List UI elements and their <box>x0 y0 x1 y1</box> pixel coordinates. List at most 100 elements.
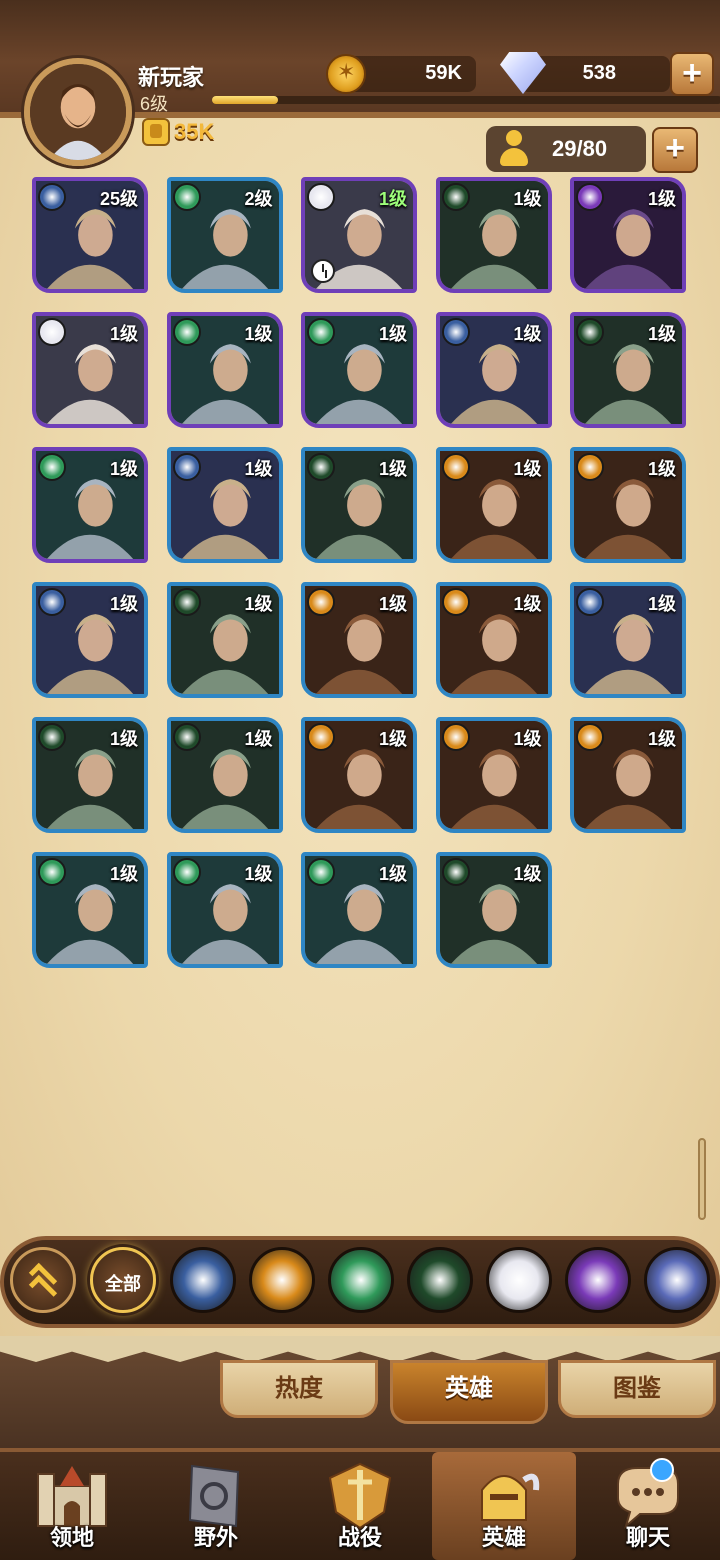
hero-card[interactable]: 1级 <box>435 447 552 563</box>
eye-faction-icon <box>38 723 66 751</box>
flame-faction-icon <box>441 723 470 751</box>
flame-faction-icon[interactable] <box>249 1247 315 1313</box>
filter-all-button[interactable]: 全部 <box>90 1247 156 1313</box>
star-faction-icon <box>172 453 201 481</box>
nav-heroes[interactable]: 英雄 <box>432 1452 576 1560</box>
hero-card[interactable]: 1级 <box>32 582 148 698</box>
sun-faction-icon[interactable] <box>486 1247 552 1313</box>
expand-roster-button[interactable]: + <box>652 127 698 173</box>
hero-level: 1级 <box>378 864 407 884</box>
notification-badge <box>650 1458 674 1482</box>
hero-card[interactable]: 1级 <box>166 717 283 833</box>
filter-all-label: 全部 <box>105 1274 141 1294</box>
star-faction-icon[interactable] <box>170 1247 236 1313</box>
exp-bar <box>212 96 720 104</box>
void-faction-icon[interactable] <box>565 1247 631 1313</box>
leaf-faction-icon <box>172 318 201 346</box>
gold-coin-icon <box>326 54 366 94</box>
player-level: 6级 <box>140 94 169 114</box>
gold-value: 59K <box>425 62 462 84</box>
hero-card[interactable]: 1级 <box>32 852 148 968</box>
hero-level: 1级 <box>244 729 273 749</box>
hero-card[interactable]: 1级 <box>435 852 552 968</box>
roster-count: 29/80 <box>552 136 608 161</box>
hero-level: 1级 <box>244 459 273 479</box>
flame-faction-icon <box>307 723 335 751</box>
hero-level: 1级 <box>109 324 138 344</box>
hero-card[interactable]: 1级 <box>570 447 686 563</box>
hero-card[interactable]: 1级 <box>435 312 552 428</box>
flame-faction-icon <box>576 453 604 481</box>
tab-popularity[interactable]: 热度 <box>220 1360 378 1418</box>
power-display: 35K <box>142 118 214 146</box>
hero-card[interactable]: 2级 <box>166 177 283 293</box>
hero-card[interactable]: 1级 <box>301 177 417 293</box>
leaf-faction-icon <box>172 183 201 211</box>
leaf-faction-icon <box>38 858 66 886</box>
hero-card[interactable]: 1级 <box>570 582 686 698</box>
eye-faction-icon <box>172 588 201 616</box>
flame-faction-icon <box>307 588 335 616</box>
hero-card[interactable]: 1级 <box>301 447 417 563</box>
hero-level: 1级 <box>647 189 676 209</box>
scrollbar[interactable] <box>698 1138 706 1220</box>
hero-card[interactable]: 1级 <box>570 717 686 833</box>
person-icon <box>498 130 530 168</box>
hero-level: 1级 <box>378 459 407 479</box>
hero-level: 1级 <box>109 729 138 749</box>
hero-level: 1级 <box>647 729 676 749</box>
leaf-faction-icon <box>307 858 335 886</box>
hero-card[interactable]: 1级 <box>32 717 148 833</box>
hero-level: 1级 <box>513 729 542 749</box>
hero-level: 1级 <box>513 324 542 344</box>
hero-card[interactable]: 1级 <box>301 852 417 968</box>
nav-chat[interactable]: 聊天 <box>576 1452 720 1560</box>
hero-level: 1级 <box>378 189 407 209</box>
hero-card[interactable]: 1级 <box>435 717 552 833</box>
hero-card[interactable]: 1级 <box>166 447 283 563</box>
hero-card[interactable]: 1级 <box>435 177 552 293</box>
tab-heroes[interactable]: 英雄 <box>390 1360 548 1424</box>
nav-wilderness[interactable]: 野外 <box>144 1452 288 1560</box>
star-faction-icon <box>576 588 604 616</box>
hero-card[interactable]: 1级 <box>166 312 283 428</box>
eye-faction-icon[interactable] <box>407 1247 473 1313</box>
flame-faction-icon <box>441 588 470 616</box>
collapse-filter-button[interactable] <box>10 1247 76 1313</box>
nav-campaign[interactable]: 战役 <box>288 1452 432 1560</box>
gem-value: 538 <box>582 62 616 84</box>
hero-level: 1级 <box>647 459 676 479</box>
hero-card[interactable]: 1级 <box>301 717 417 833</box>
sun-faction-icon <box>38 318 66 346</box>
shield-faction-icon[interactable] <box>644 1247 710 1313</box>
hero-level: 1级 <box>378 594 407 614</box>
hero-card[interactable]: 1级 <box>570 312 686 428</box>
hero-card[interactable]: 25级 <box>32 177 148 293</box>
hero-level: 1级 <box>244 324 273 344</box>
hero-card[interactable]: 1级 <box>301 582 417 698</box>
hero-card[interactable]: 1级 <box>166 852 283 968</box>
nav-territory[interactable]: 领地 <box>0 1452 144 1560</box>
tab-codex[interactable]: 图鉴 <box>558 1360 716 1418</box>
leaf-faction-icon[interactable] <box>328 1247 394 1313</box>
hero-card[interactable]: 1级 <box>32 312 148 428</box>
hero-card[interactable]: 1级 <box>435 582 552 698</box>
star-faction-icon <box>441 318 470 346</box>
add-gems-button[interactable]: + <box>670 52 714 96</box>
nav-label: 聊天 <box>625 1525 670 1550</box>
flame-faction-icon <box>441 453 470 481</box>
hero-card[interactable]: 1级 <box>32 447 148 563</box>
star-faction-icon <box>38 183 66 211</box>
hero-level: 1级 <box>513 189 542 209</box>
hero-level: 1级 <box>378 324 407 344</box>
hero-card[interactable]: 1级 <box>301 312 417 428</box>
hero-level: 2级 <box>244 189 273 209</box>
hero-card[interactable]: 1级 <box>570 177 686 293</box>
nav-label: 野外 <box>193 1525 238 1550</box>
hero-card[interactable]: 1级 <box>166 582 283 698</box>
player-avatar[interactable] <box>24 58 132 166</box>
leaf-faction-icon <box>307 318 335 346</box>
hero-level: 1级 <box>513 864 542 884</box>
exp-bar-fill <box>212 96 279 104</box>
sun-faction-icon <box>307 183 335 211</box>
